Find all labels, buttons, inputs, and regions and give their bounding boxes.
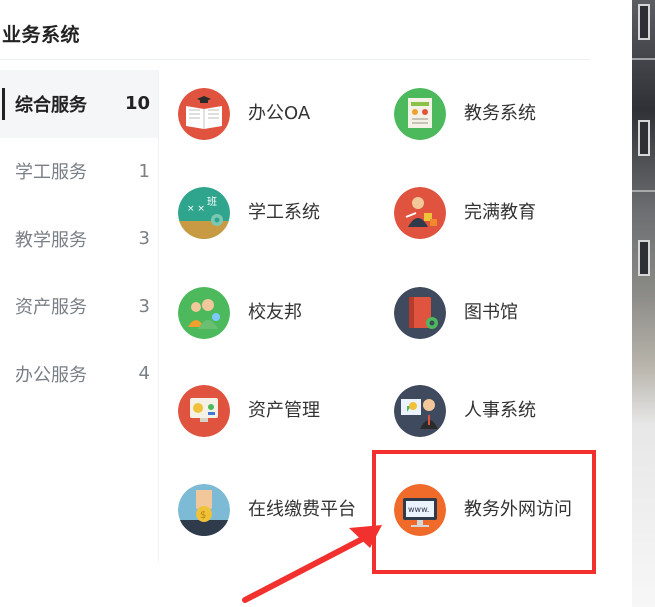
- app-label: 人事系统: [464, 400, 536, 421]
- sidebar-item-label: 教学服务: [15, 229, 87, 251]
- building-window: [638, 4, 650, 40]
- app-tile-asset-management[interactable]: 资产管理: [178, 385, 388, 437]
- sidebar-item-label: 综合服务: [15, 94, 87, 116]
- sidebar-item-label: 资产服务: [15, 297, 87, 319]
- sidebar-item-count: 1: [138, 160, 150, 182]
- sidebar-item-count: 3: [138, 295, 150, 317]
- app-tile-office-oa[interactable]: 办公OA: [178, 88, 388, 140]
- app-label: 学工系统: [248, 202, 320, 223]
- app-tile-student-affairs-system[interactable]: × × 班 学工系统: [178, 187, 388, 239]
- app-label: 资产管理: [248, 400, 320, 421]
- highlight-box: [372, 450, 596, 574]
- book-icon: [178, 88, 230, 140]
- app-tile-library[interactable]: 图书馆: [394, 287, 604, 339]
- app-label: 图书馆: [464, 302, 518, 323]
- background-photo-strip: [632, 0, 655, 607]
- app-tile-online-payment[interactable]: $ 在线缴费平台: [178, 484, 388, 536]
- app-tile-alumni[interactable]: 校友邦: [178, 287, 388, 339]
- building-line: [632, 58, 655, 60]
- sidebar-item-label: 学工服务: [15, 162, 87, 184]
- app-tile-personnel[interactable]: 人事系统: [394, 385, 604, 437]
- sidebar-item-count: 10: [124, 93, 150, 115]
- presenter-icon: [394, 385, 446, 437]
- header-divider: [0, 59, 590, 60]
- app-label: 完满教育: [464, 202, 536, 223]
- sidebar-item-count: 4: [138, 363, 150, 385]
- sidebar-item-asset-services[interactable]: 资产服务 3: [0, 273, 158, 341]
- svg-text:× ×: × ×: [187, 204, 205, 214]
- sidebar-item-general-services[interactable]: 综合服务 10: [0, 70, 158, 138]
- svg-text:班: 班: [207, 196, 217, 208]
- app-tile-academic-affairs[interactable]: 教务系统: [394, 88, 604, 140]
- app-label: 教务系统: [464, 103, 536, 124]
- asset-monitor-icon: [178, 385, 230, 437]
- building-line: [632, 190, 655, 192]
- sidebar-item-label: 办公服务: [15, 364, 87, 386]
- coin-payment-icon: $: [178, 484, 230, 536]
- building-window: [638, 120, 650, 156]
- people-icon: [178, 287, 230, 339]
- app-label: 办公OA: [248, 103, 311, 124]
- teacher-icon: [394, 187, 446, 239]
- library-book-icon: [394, 287, 446, 339]
- sidebar-item-count: 3: [138, 228, 150, 250]
- page-title: 业务系统: [2, 24, 81, 46]
- category-sidebar: 综合服务 10 学工服务 1 教学服务 3 资产服务 3 办公服务 4: [0, 70, 158, 408]
- sidebar-divider: [158, 70, 159, 562]
- certificate-icon: [394, 88, 446, 140]
- app-tile-wanman-education[interactable]: 完满教育: [394, 187, 604, 239]
- app-label: 校友邦: [248, 302, 302, 323]
- svg-text:$: $: [200, 510, 206, 521]
- app-label: 在线缴费平台: [248, 499, 356, 520]
- building-window: [638, 240, 650, 276]
- sidebar-item-office-services[interactable]: 办公服务 4: [0, 340, 158, 408]
- sidebar-item-student-affairs[interactable]: 学工服务 1: [0, 138, 158, 206]
- chalkboard-icon: × × 班: [178, 187, 230, 239]
- sidebar-item-teaching-services[interactable]: 教学服务 3: [0, 205, 158, 273]
